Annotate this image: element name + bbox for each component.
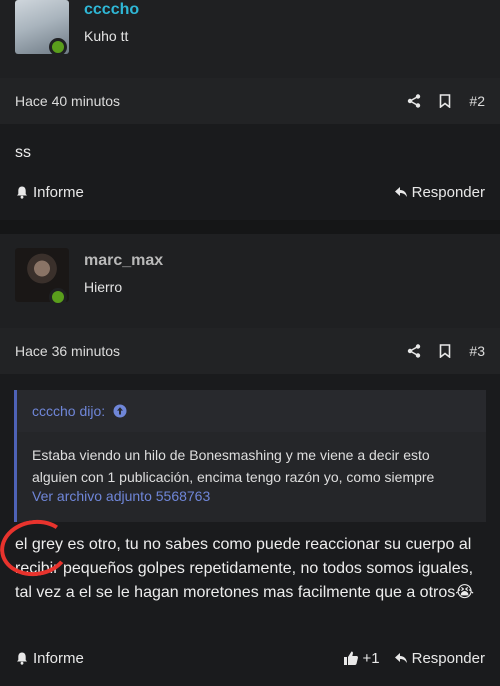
bookmark-icon[interactable] — [438, 94, 452, 108]
user-rank: Hierro — [84, 279, 123, 295]
attachment-link[interactable]: Ver archivo adjunto 5568763 — [32, 488, 210, 504]
username[interactable]: ccccho — [84, 1, 139, 19]
thumbs-up-icon — [343, 651, 358, 665]
report-button[interactable]: Informe — [15, 184, 84, 201]
share-icon[interactable] — [407, 344, 421, 358]
post-author-block: marc_max Hierro — [0, 234, 500, 328]
bell-icon — [17, 186, 27, 199]
post-number[interactable]: #3 — [469, 343, 485, 359]
report-label: Informe — [33, 649, 84, 667]
report-label: Informe — [33, 183, 84, 201]
reply-label: Responder — [411, 183, 485, 201]
reply-button[interactable]: Responder — [394, 650, 485, 667]
bell-icon — [17, 652, 27, 665]
like-count: +1 — [362, 649, 380, 667]
quote-header[interactable]: ccccho dijo: — [17, 390, 486, 432]
report-button[interactable]: Informe — [15, 650, 84, 667]
quote-block: ccccho dijo: Estaba viendo un hilo de Bo… — [14, 390, 486, 522]
reply-icon — [394, 187, 407, 197]
bookmark-icon[interactable] — [438, 344, 452, 358]
post-timestamp[interactable]: Hace 40 minutos — [15, 93, 407, 109]
share-icon[interactable] — [407, 94, 421, 108]
reply-label: Responder — [411, 649, 485, 667]
post-actions: Informe Responder — [0, 172, 500, 212]
post-timestamp[interactable]: Hace 36 minutos — [15, 343, 407, 359]
user-rank: Kuho tt — [84, 28, 129, 44]
post-actions: Informe +1 Responder — [0, 638, 500, 678]
post-body: el grey es otro, tu no sabes como puede … — [15, 536, 474, 601]
post-author-block: ccccho Kuho tt — [0, 0, 500, 78]
post-number[interactable]: #2 — [469, 93, 485, 109]
like-button[interactable]: +1 — [343, 650, 380, 667]
reply-icon — [394, 653, 407, 663]
online-status-icon — [49, 38, 67, 56]
username[interactable]: marc_max — [84, 252, 163, 270]
quote-author[interactable]: ccccho dijo: — [32, 403, 105, 419]
post-meta-bar: Hace 36 minutos #3 — [0, 328, 500, 374]
reply-button[interactable]: Responder — [394, 184, 485, 201]
online-status-icon — [49, 288, 67, 306]
post-body: ss — [15, 144, 31, 161]
post-divider — [0, 220, 500, 234]
quote-text: Estaba viendo un hilo de Bonesmashing y … — [32, 447, 435, 485]
post-meta-bar: Hace 40 minutos #2 — [0, 78, 500, 124]
arrow-up-circle-icon[interactable] — [113, 404, 127, 418]
